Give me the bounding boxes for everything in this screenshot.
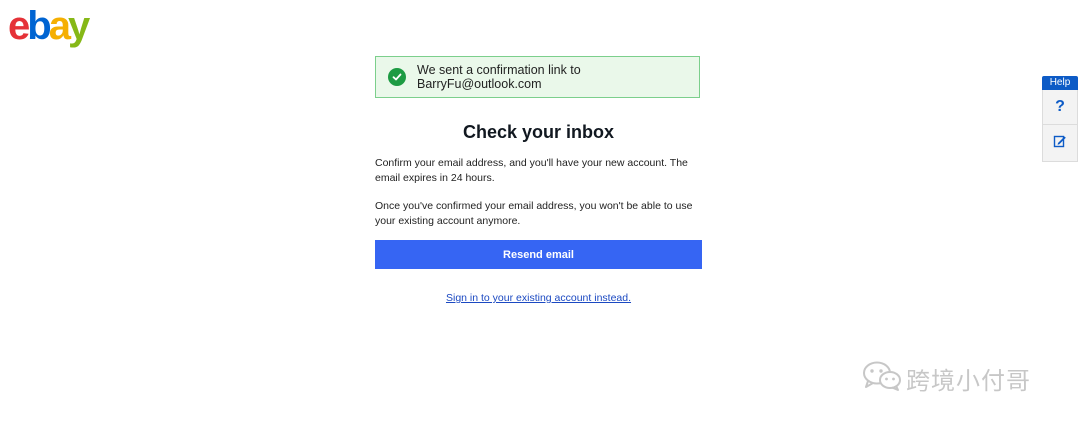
- watermark: 跨境小付哥: [862, 360, 1031, 397]
- page: ebay We sent a confirmation link to Barr…: [0, 0, 1080, 425]
- help-tab[interactable]: Help: [1042, 76, 1078, 90]
- resend-email-button[interactable]: Resend email: [375, 240, 702, 269]
- check-circle-icon: [388, 68, 406, 86]
- help-box: ?: [1042, 90, 1078, 162]
- wechat-icon: [862, 360, 902, 397]
- signin-existing-account-link[interactable]: Sign in to your existing account instead…: [375, 292, 702, 304]
- existing-account-warning: Once you've confirmed your email address…: [375, 200, 693, 227]
- logo-letter-y: y: [67, 4, 90, 48]
- logo-letter-a: a: [48, 4, 71, 48]
- logo-letter-b: b: [27, 4, 52, 48]
- help-widget: Help ?: [1042, 76, 1078, 162]
- watermark-text: 跨境小付哥: [906, 367, 1031, 395]
- ebay-logo[interactable]: ebay: [8, 4, 90, 48]
- feedback-icon[interactable]: [1053, 134, 1067, 153]
- logo-letter-e: e: [8, 4, 30, 48]
- confirmation-alert: We sent a confirmation link to BarryFu@o…: [375, 56, 700, 98]
- page-title: Check your inbox: [462, 122, 615, 142]
- confirm-instructions: Confirm your email address, and you'll h…: [375, 157, 688, 184]
- alert-message: We sent a confirmation link to BarryFu@o…: [417, 63, 581, 91]
- question-icon[interactable]: ?: [1043, 90, 1077, 125]
